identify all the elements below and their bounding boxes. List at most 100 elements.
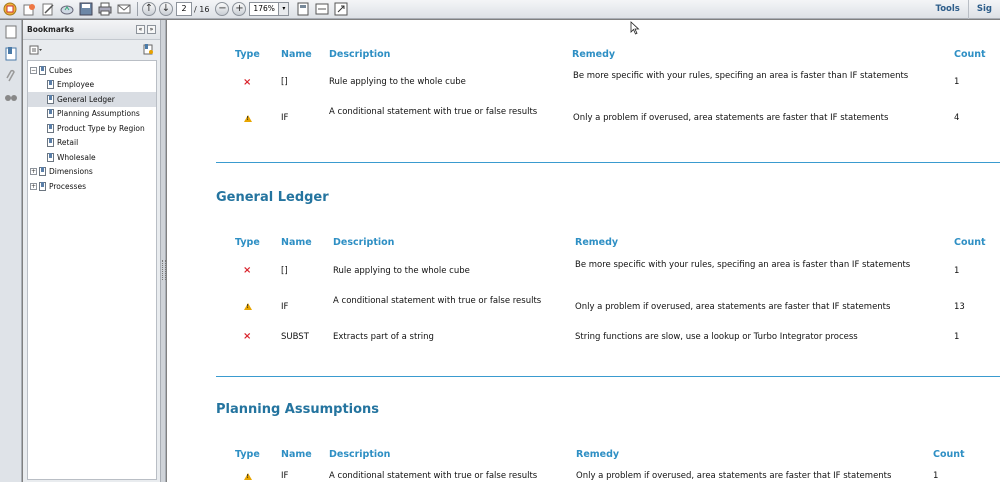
header-type: Type — [235, 449, 260, 460]
bookmarks-icon[interactable] — [3, 46, 19, 62]
collapse-panel-icon[interactable]: « — [136, 25, 145, 34]
tree-item-label: Processes — [49, 181, 86, 191]
new-bookmark-icon[interactable] — [142, 40, 154, 59]
cloud-icon[interactable] — [59, 1, 75, 17]
error-icon: × — [243, 331, 252, 342]
cell-remedy: String functions are slow, use a lookup … — [575, 332, 858, 342]
bookmark-icon — [39, 167, 46, 177]
bookmark-icon — [47, 123, 54, 133]
navigation-rail — [0, 20, 22, 482]
warning-icon — [244, 473, 252, 480]
cell-count: 1 — [933, 471, 939, 481]
fit-page-icon[interactable] — [295, 1, 311, 17]
header-remedy: Remedy — [572, 49, 616, 60]
cell-remedy: Be more specific with your rules, specif… — [575, 260, 911, 270]
tree-item-label: Product Type by Region — [57, 123, 145, 133]
header-description: Description — [329, 449, 391, 460]
cell-name: [] — [281, 77, 288, 87]
zoom-select[interactable]: 176% ▾ — [249, 2, 290, 16]
section-title-general-ledger: General Ledger — [216, 190, 329, 205]
tree-item-label: Employee — [57, 80, 95, 90]
header-count: Count — [954, 237, 986, 248]
header-remedy: Remedy — [576, 449, 620, 460]
cell-count: 1 — [954, 266, 960, 276]
section-title-planning-assumptions: Planning Assumptions — [216, 402, 380, 417]
header-count: Count — [933, 449, 965, 460]
options-menu-icon[interactable] — [29, 40, 43, 59]
open-icon[interactable] — [21, 1, 37, 17]
bookmarks-header: Bookmarks « » — [23, 20, 160, 40]
zoom-out-icon[interactable]: − — [215, 2, 230, 16]
tree-item-wholesale[interactable]: Wholesale — [28, 150, 156, 165]
tree-item-label: Planning Assumptions — [57, 109, 140, 119]
next-page-icon[interactable]: ↓ — [159, 2, 173, 16]
tree-item-planning-assumptions[interactable]: Planning Assumptions — [28, 107, 156, 122]
tree-item-retail[interactable]: Retail — [28, 136, 156, 151]
cell-count: 1 — [954, 332, 960, 342]
header-name: Name — [281, 237, 312, 248]
attachments-icon[interactable] — [3, 68, 19, 84]
bookmarks-panel: Bookmarks « » − Cubes Employee General L… — [23, 20, 161, 482]
expand-icon[interactable]: + — [30, 182, 37, 190]
bookmark-icon — [47, 109, 54, 119]
header-count: Count — [954, 49, 986, 60]
save-icon[interactable] — [78, 1, 94, 17]
error-icon: × — [243, 265, 252, 276]
panel-resize-handle[interactable] — [161, 20, 166, 482]
tree-item-dimensions[interactable]: + Dimensions — [28, 165, 156, 180]
tree-item-label: Cubes — [49, 65, 73, 75]
tree-item-label: Retail — [57, 138, 79, 148]
header-type: Type — [235, 49, 260, 60]
expand-icon[interactable]: + — [30, 168, 37, 176]
header-name: Name — [281, 49, 312, 60]
tree-item-processes[interactable]: + Processes — [28, 179, 156, 194]
sign-button[interactable]: Sig — [967, 0, 1000, 19]
edit-icon[interactable] — [40, 1, 56, 17]
section-divider — [216, 376, 1000, 377]
bookmark-icon — [39, 181, 46, 191]
cell-name: IF — [281, 302, 289, 312]
close-panel-icon[interactable]: » — [147, 25, 156, 34]
tree-item-cubes[interactable]: − Cubes — [28, 63, 156, 78]
cell-remedy: Only a problem if overused, area stateme… — [576, 471, 892, 481]
header-remedy: Remedy — [575, 237, 619, 248]
create-icon[interactable] — [2, 1, 18, 17]
cell-description: A conditional statement with true or fal… — [333, 296, 542, 306]
tree-item-employee[interactable]: Employee — [28, 78, 156, 93]
collapse-icon[interactable]: − — [30, 66, 37, 74]
fit-width-icon[interactable] — [314, 1, 330, 17]
error-icon: × — [243, 77, 252, 88]
warning-icon — [244, 115, 252, 122]
page-total: / 16 — [194, 4, 210, 14]
previous-page-icon[interactable]: ↑ — [142, 2, 156, 16]
toolbar-separator — [137, 2, 138, 16]
cell-description: Rule applying to the whole cube — [333, 266, 470, 276]
tree-item-product-type-by-region[interactable]: Product Type by Region — [28, 121, 156, 136]
header-description: Description — [329, 49, 391, 60]
chevron-down-icon[interactable]: ▾ — [278, 3, 289, 15]
page-number-input[interactable]: 2 — [176, 2, 192, 16]
email-icon[interactable] — [116, 1, 132, 17]
tools-button[interactable]: Tools — [928, 0, 968, 19]
cell-remedy: Only a problem if overused, area stateme… — [573, 113, 889, 123]
bookmark-icon — [47, 80, 54, 90]
cell-count: 1 — [954, 77, 960, 87]
header-description: Description — [333, 237, 395, 248]
full-screen-icon[interactable] — [333, 1, 349, 17]
toolbar-right: Tools Sig — [928, 0, 1000, 19]
page-thumbnails-icon[interactable] — [3, 24, 19, 40]
cell-count: 4 — [954, 113, 960, 123]
zoom-in-icon[interactable]: + — [232, 2, 247, 16]
search-icon[interactable] — [3, 90, 19, 106]
warning-icon — [244, 303, 252, 310]
cell-name: IF — [281, 113, 289, 123]
print-icon[interactable] — [97, 1, 113, 17]
tree-item-general-ledger[interactable]: General Ledger — [28, 92, 156, 107]
mouse-cursor-icon — [630, 21, 640, 35]
bookmarks-toolbar — [23, 40, 160, 58]
bookmarks-tree: − Cubes Employee General Ledger Planning… — [27, 60, 157, 480]
tree-item-label: Wholesale — [57, 152, 96, 162]
cell-description: Rule applying to the whole cube — [329, 77, 466, 87]
bookmark-icon — [47, 152, 54, 162]
bookmark-icon — [39, 65, 46, 75]
